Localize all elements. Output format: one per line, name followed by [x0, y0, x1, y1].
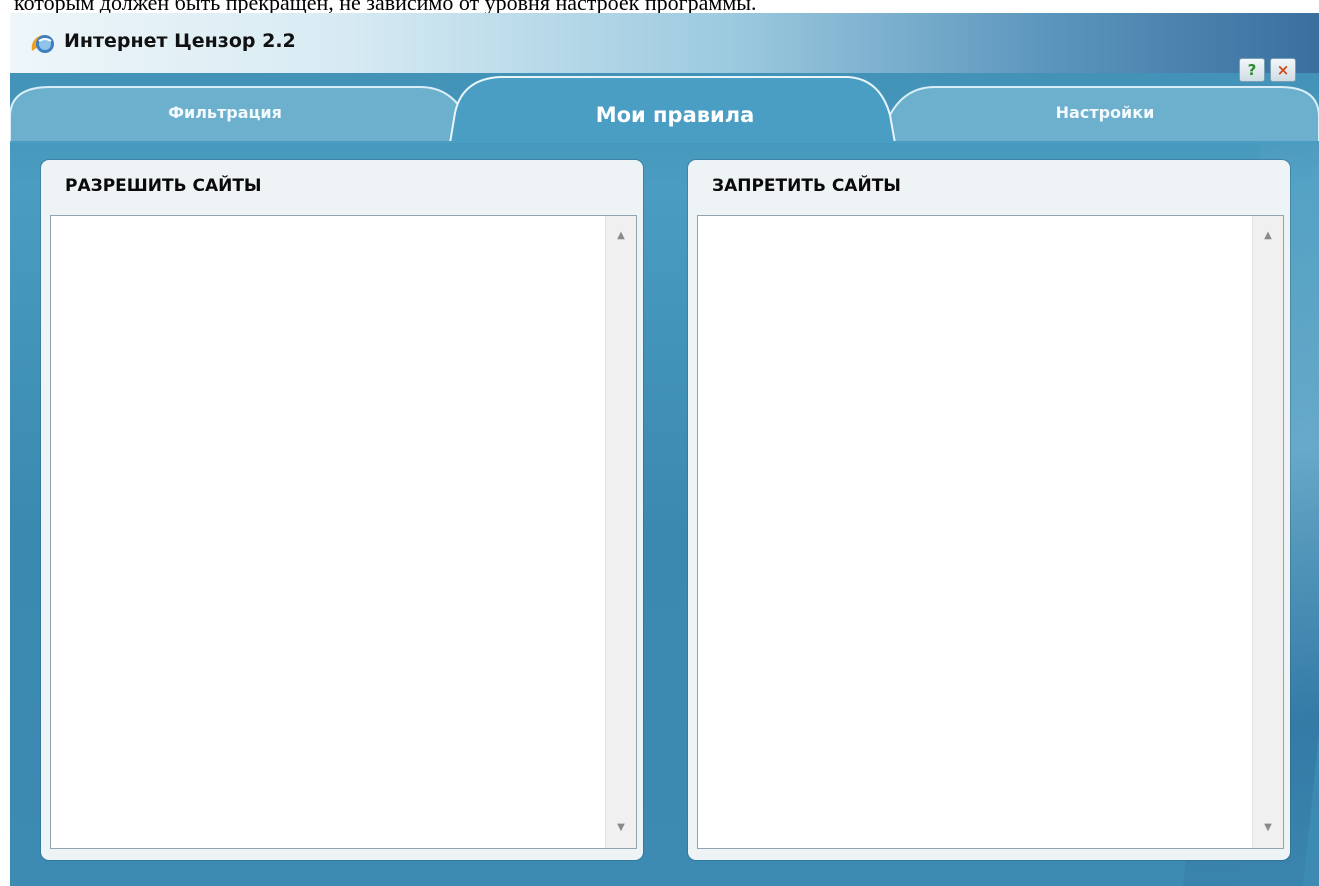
deny-list-scrollbar[interactable]: ▲ ▼	[1252, 216, 1283, 848]
scroll-up-arrow-icon[interactable]: ▲	[615, 230, 627, 242]
allow-sites-list[interactable]: ▲ ▼	[50, 215, 637, 849]
app-window: Интернет Цензор 2.2 ? × Фильтрация Мои п…	[10, 13, 1319, 886]
deny-sites-list[interactable]: ▲ ▼	[697, 215, 1284, 849]
tab-my-rules[interactable]: Мои правила	[550, 103, 800, 127]
scroll-down-arrow-icon[interactable]: ▼	[615, 822, 627, 834]
title-bar: Интернет Цензор 2.2	[10, 13, 1319, 73]
deny-sites-title: ЗАПРЕТИТЬ САЙТЫ	[712, 176, 901, 196]
window-title: Интернет Цензор 2.2	[64, 30, 296, 52]
allow-sites-panel: РАЗРЕШИТЬ САЙТЫ ▲ ▼	[41, 160, 643, 860]
allow-sites-title: РАЗРЕШИТЬ САЙТЫ	[65, 176, 262, 196]
tab-settings[interactable]: Настройки	[990, 103, 1220, 122]
tab-filtering[interactable]: Фильтрация	[110, 103, 340, 122]
allow-list-scrollbar[interactable]: ▲ ▼	[605, 216, 636, 848]
deny-sites-panel: ЗАПРЕТИТЬ САЙТЫ ▲ ▼	[688, 160, 1290, 860]
scroll-up-arrow-icon[interactable]: ▲	[1262, 230, 1274, 242]
app-logo-icon	[31, 35, 54, 53]
scroll-down-arrow-icon[interactable]: ▼	[1262, 822, 1274, 834]
tab-bar: Фильтрация Мои правила Настройки	[10, 75, 1319, 143]
